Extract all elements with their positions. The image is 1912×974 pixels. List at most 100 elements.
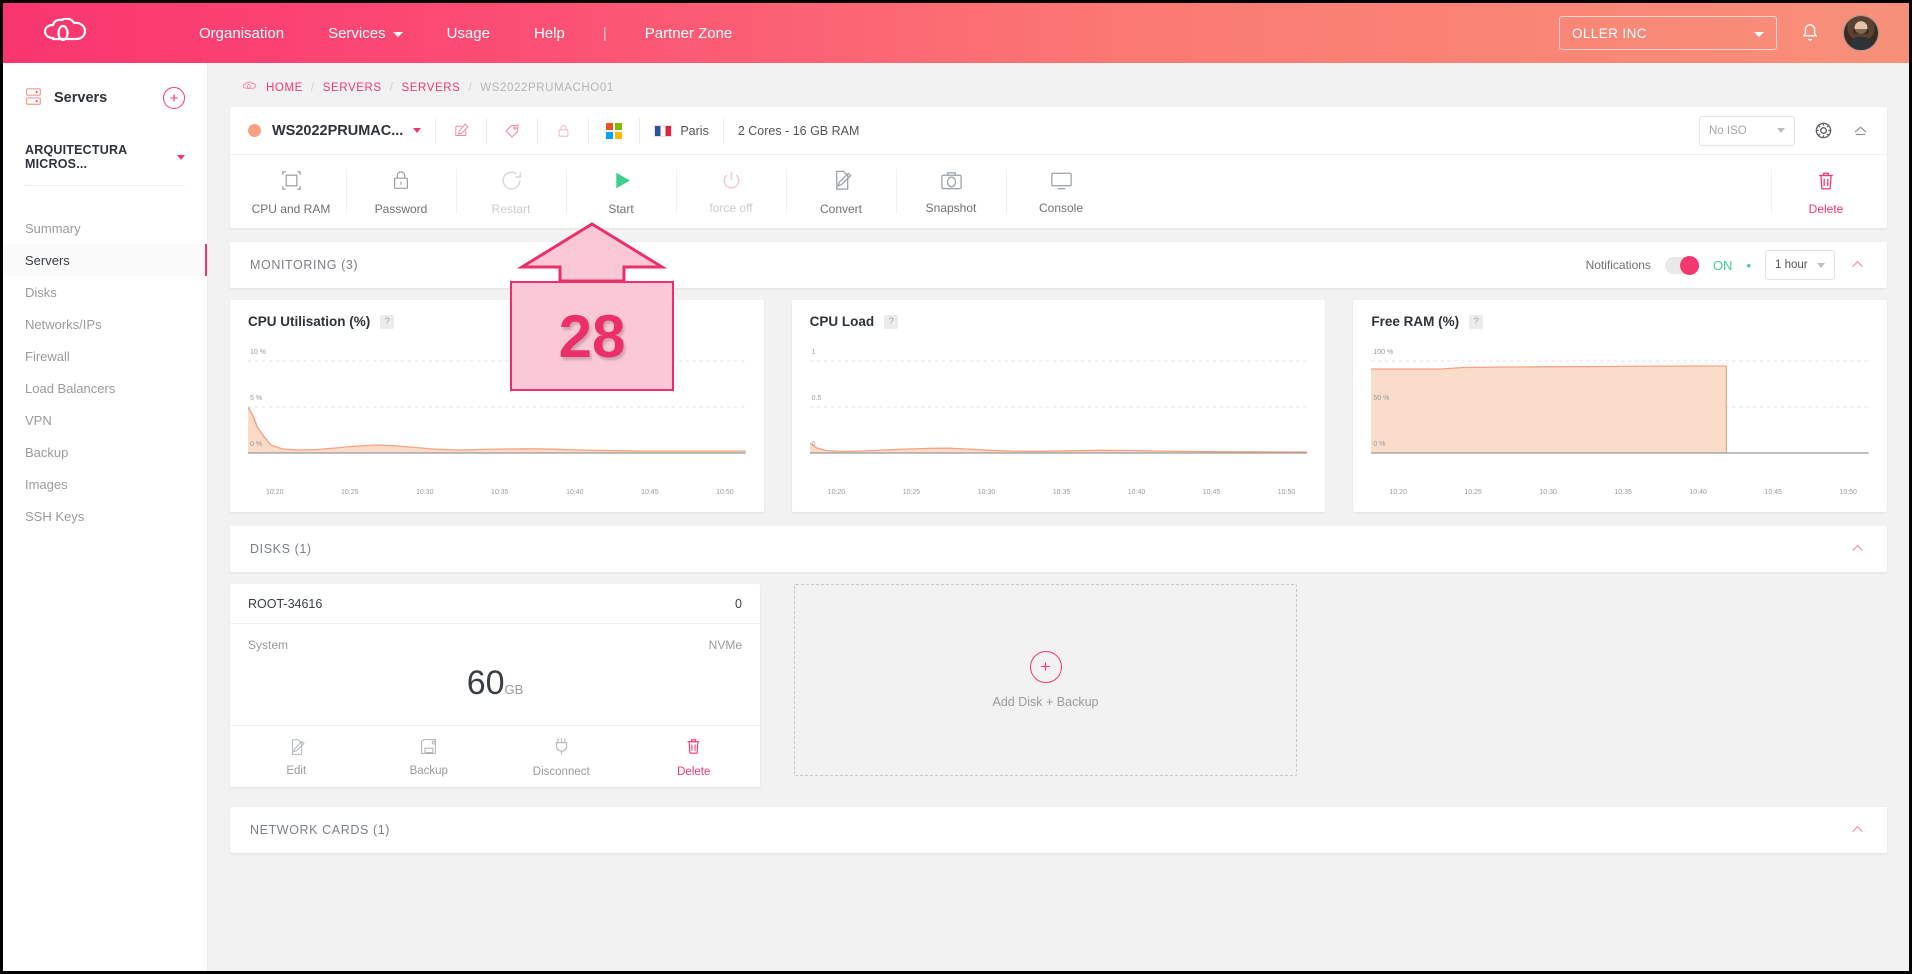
- sidebar-item-label: Networks/IPs: [25, 316, 102, 332]
- y-tick-label: 0.5: [811, 395, 822, 402]
- collapse-network-cards-icon[interactable]: [1849, 821, 1867, 839]
- disk-number: 0: [735, 596, 742, 611]
- disk-role: System: [248, 638, 289, 652]
- nav-item-partner-zone[interactable]: Partner Zone: [623, 25, 755, 42]
- disks-section-header: DISKS (1): [230, 526, 1887, 572]
- delete-server-button[interactable]: Delete: [1771, 155, 1881, 228]
- server-card: WS2022PRUMAC... Paris 2 Cores - 16 GB RA…: [230, 107, 1887, 228]
- sidebar-item-servers[interactable]: Servers: [3, 244, 207, 276]
- lock-icon: [390, 168, 412, 196]
- add-disk-label: Add Disk + Backup: [992, 695, 1099, 709]
- disk-action-edit[interactable]: Edit: [230, 726, 363, 787]
- disk-action-delete[interactable]: Delete: [628, 726, 761, 787]
- breadcrumb-separator: /: [468, 82, 473, 94]
- help-icon[interactable]: ?: [1469, 314, 1484, 329]
- disk-name: ROOT-34616: [248, 596, 323, 611]
- x-tick-label: 10:35: [491, 489, 509, 496]
- main-content: HOME / SERVERS / SERVERS / WS2022PRUMACH…: [208, 63, 1909, 971]
- windows-icon: [603, 120, 625, 142]
- breadcrumb-home[interactable]: HOME: [266, 82, 303, 94]
- sidebar-item-images[interactable]: Images: [3, 468, 207, 500]
- help-icon[interactable]: ?: [884, 314, 899, 329]
- monitoring-charts: CPU Utilisation (%) ? 10 % 5 % 0 % 10:20…: [230, 300, 1888, 512]
- nav-item-services[interactable]: Services: [306, 25, 425, 42]
- breadcrumb-servers-2[interactable]: SERVERS: [401, 82, 460, 94]
- servers-icon: [25, 87, 42, 110]
- nav-label: Partner Zone: [644, 24, 733, 42]
- sidebar-item-label: Disks: [25, 284, 57, 300]
- tag-icon[interactable]: [501, 120, 523, 142]
- chevron-down-icon[interactable]: [413, 128, 422, 133]
- action-force-off: force off: [676, 155, 786, 228]
- disks-list: ROOT-34616 0 System NVMe 60GB Edit Backu…: [230, 584, 1887, 787]
- chart-free-ram: Free RAM (%) ? 100 % 50 % 0 % 10:20 10:2…: [1353, 300, 1888, 512]
- cloud-icon: [242, 81, 258, 95]
- network-cards-title: NETWORK CARDS (1): [250, 823, 391, 837]
- nav-item-help[interactable]: Help: [512, 25, 587, 42]
- sidebar-item-networks-ips[interactable]: Networks/IPs: [3, 308, 207, 340]
- sidebar-item-vpn[interactable]: VPN: [3, 404, 207, 436]
- delete-label: Delete: [1808, 201, 1844, 216]
- disk-action-disconnect[interactable]: Disconnect: [495, 726, 628, 787]
- disk-action-label: Backup: [409, 764, 448, 777]
- nav-item-organisation[interactable]: Organisation: [177, 25, 306, 42]
- action-password[interactable]: Password: [346, 155, 456, 228]
- disk-action-backup[interactable]: Backup: [363, 726, 496, 787]
- sidebar-item-load-balancers[interactable]: Load Balancers: [3, 372, 207, 404]
- x-tick-label: 10:45: [1764, 489, 1782, 496]
- project-selector[interactable]: ARQUITECTURA MICROS...: [25, 143, 185, 186]
- help-icon[interactable]: ?: [380, 314, 395, 329]
- chart-title: CPU Utilisation (%) ?: [248, 314, 746, 329]
- sidebar-item-summary[interactable]: Summary: [3, 212, 207, 244]
- add-disk-backup-button[interactable]: + Add Disk + Backup: [794, 584, 1297, 776]
- chart-cpu-load: CPU Load ? 1 0.5 0 10:20 10:25 10:30 10:…: [791, 300, 1326, 512]
- chart-title-label: CPU Load: [809, 314, 875, 329]
- chart-plot-area: 10 % 5 % 0 %: [248, 335, 746, 485]
- monitoring-controls: Notifications ON • 1 hour: [1586, 250, 1867, 280]
- action-snapshot[interactable]: Snapshot: [896, 155, 1006, 228]
- collapse-monitoring-icon[interactable]: [1849, 256, 1867, 274]
- chevron-up-icon[interactable]: [1851, 121, 1871, 141]
- add-server-button[interactable]: +: [163, 87, 185, 109]
- divider: [537, 117, 539, 144]
- toggle-knob: [1679, 255, 1699, 275]
- chart-x-axis: 10:20 10:25 10:30 10:35 10:40 10:45 10:5…: [1371, 485, 1869, 496]
- backup-icon: [418, 737, 439, 759]
- organisation-name: OLLER INC: [1572, 25, 1647, 41]
- plus-icon: +: [1029, 651, 1062, 683]
- gear-icon[interactable]: [1813, 120, 1835, 142]
- notifications-toggle[interactable]: [1664, 255, 1699, 275]
- iso-selector[interactable]: No ISO: [1699, 115, 1795, 146]
- edit-icon: [287, 737, 306, 759]
- nav-item-usage[interactable]: Usage: [425, 25, 512, 42]
- lock-icon[interactable]: [552, 120, 574, 142]
- x-tick-label: 10:40: [1689, 489, 1707, 496]
- chart-title-label: Free RAM (%): [1371, 314, 1460, 329]
- edit-icon[interactable]: [450, 120, 472, 142]
- action-convert[interactable]: Convert: [786, 155, 896, 228]
- power-icon: [720, 169, 743, 195]
- sidebar-item-disks[interactable]: Disks: [3, 276, 207, 308]
- cloud-logo-icon[interactable]: [41, 16, 99, 50]
- page-body: Servers + ARQUITECTURA MICROS... Summary…: [3, 63, 1909, 971]
- sidebar-item-firewall[interactable]: Firewall: [3, 340, 207, 372]
- action-start[interactable]: Start: [566, 155, 676, 228]
- action-console[interactable]: Console: [1006, 155, 1116, 228]
- action-cpu-and-ram[interactable]: CPU and RAM: [236, 155, 346, 228]
- sidebar-item-label: Backup: [25, 444, 69, 460]
- action-label: Password: [374, 202, 428, 216]
- chevron-down-icon: [177, 154, 185, 160]
- sidebar-item-backup[interactable]: Backup: [3, 436, 207, 468]
- organisation-selector[interactable]: OLLER INC: [1559, 16, 1777, 50]
- chart-cpu-utilisation: CPU Utilisation (%) ? 10 % 5 % 0 % 10:20…: [230, 300, 764, 512]
- collapse-disks-icon[interactable]: [1849, 540, 1867, 558]
- breadcrumb-servers-1[interactable]: SERVERS: [323, 82, 382, 94]
- notification-bell-icon[interactable]: [1799, 22, 1821, 44]
- time-range-selector[interactable]: 1 hour: [1765, 250, 1835, 280]
- sidebar-item-label: Summary: [25, 220, 81, 236]
- status-dot: •: [1746, 257, 1751, 273]
- app-root: Organisation Services Usage Help | Partn…: [3, 3, 1909, 971]
- avatar[interactable]: [1843, 15, 1879, 51]
- resize-icon: [279, 168, 304, 196]
- sidebar-item-ssh-keys[interactable]: SSH Keys: [3, 500, 207, 532]
